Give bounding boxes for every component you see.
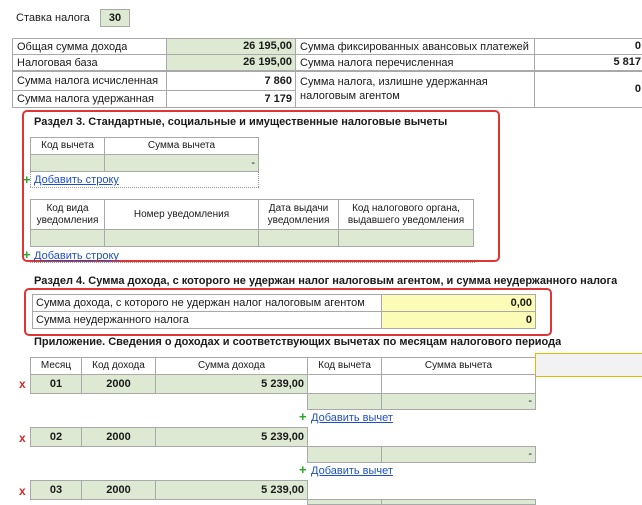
section3-sum-input[interactable]: - bbox=[104, 154, 259, 172]
summary-total-income[interactable]: 26 195,00 bbox=[166, 38, 296, 55]
appendix-col-deduction-sum: Сумма вычета bbox=[381, 357, 536, 375]
add-deduction-plus-icon-2: + bbox=[299, 462, 307, 477]
add-row-plus-icon: + bbox=[23, 172, 31, 187]
delete-row-icon-3[interactable]: x bbox=[19, 484, 26, 498]
summary-right-label-1: Сумма налога перечисленная bbox=[295, 54, 535, 71]
deduction-code-input-2[interactable] bbox=[307, 446, 382, 463]
income-code-cell-2[interactable]: 2000 bbox=[81, 427, 156, 447]
delete-row-icon-1[interactable]: x bbox=[19, 377, 26, 391]
section4-unwithheld-tax[interactable]: 0 bbox=[381, 311, 536, 329]
add-deduction-plus-icon-1: + bbox=[299, 409, 307, 424]
tax-rate-field[interactable]: 30 bbox=[100, 9, 130, 27]
month-cell-2[interactable]: 02 bbox=[30, 427, 82, 447]
section3-dotted-right bbox=[258, 171, 259, 187]
add-row-link-2[interactable]: Добавить строку bbox=[34, 250, 119, 262]
income-sum-cell-3[interactable]: 5 239,00 bbox=[155, 480, 308, 500]
section3-code-input[interactable] bbox=[30, 154, 105, 172]
appendix-col-income-sum: Сумма дохода bbox=[155, 357, 308, 375]
summary-left-label-0: Общая сумма дохода bbox=[12, 38, 167, 55]
summary-fixed-advance[interactable]: 0 bbox=[534, 38, 642, 55]
add-row-link-1[interactable]: Добавить строку bbox=[34, 174, 119, 186]
deduction-code-input-1[interactable] bbox=[307, 393, 382, 410]
section4-row-label-0: Сумма дохода, с которого не удержан нало… bbox=[32, 294, 382, 312]
section3-col-notice-number: Номер уведомления bbox=[104, 199, 259, 230]
notice-type-input[interactable] bbox=[30, 229, 105, 247]
deduction-sum-input-2[interactable]: - bbox=[381, 446, 536, 463]
income-sum-cell-2[interactable]: 5 239,00 bbox=[155, 427, 308, 447]
summary-tax-transferred[interactable]: 5 817 bbox=[534, 54, 642, 71]
deduction-sum-input-1[interactable]: - bbox=[381, 393, 536, 410]
section4-untaxed-income[interactable]: 0,00 bbox=[381, 294, 536, 312]
appendix-focused-cell[interactable] bbox=[535, 353, 642, 377]
section3-dotted-bottom-2 bbox=[30, 262, 475, 263]
summary-tax-withheld[interactable]: 7 179 bbox=[166, 90, 296, 108]
section3-title: Раздел 3. Стандартные, социальные и имущ… bbox=[34, 116, 448, 128]
tax-authority-input[interactable] bbox=[338, 229, 474, 247]
summary-left-label-1: Налоговая база bbox=[12, 54, 167, 71]
summary-left-label-2: Сумма налога исчисленная bbox=[12, 71, 167, 91]
section3-col-notice-type: Код вида уведомления bbox=[30, 199, 105, 230]
summary-tax-calculated[interactable]: 7 860 bbox=[166, 71, 296, 91]
summary-right-label-0: Сумма фиксированных авансовых платежей bbox=[295, 38, 535, 55]
deduction-sum-cell-1[interactable] bbox=[381, 374, 536, 394]
section4-row-label-1: Сумма неудержанного налога bbox=[32, 311, 382, 329]
appendix-col-income-code: Код дохода bbox=[81, 357, 156, 375]
section3-dotted-bottom bbox=[30, 187, 259, 188]
month-cell-1[interactable]: 01 bbox=[30, 374, 82, 394]
tax-rate-label: Ставка налога bbox=[16, 12, 90, 24]
income-code-cell-3[interactable]: 2000 bbox=[81, 480, 156, 500]
income-code-cell-1[interactable]: 2000 bbox=[81, 374, 156, 394]
deduction-sum-input-3[interactable] bbox=[381, 499, 536, 505]
section3-col-notice-date: Дата выдачи уведомления bbox=[258, 199, 339, 230]
notice-date-input[interactable] bbox=[258, 229, 339, 247]
income-sum-cell-1[interactable]: 5 239,00 bbox=[155, 374, 308, 394]
deduction-code-input-3[interactable] bbox=[307, 499, 382, 505]
add-deduction-link-2[interactable]: Добавить вычет bbox=[311, 465, 393, 477]
notice-number-input[interactable] bbox=[104, 229, 259, 247]
add-row-plus-icon-2: + bbox=[23, 247, 31, 262]
summary-left-label-3: Сумма налога удержанная bbox=[12, 90, 167, 108]
appendix-col-deduction-code: Код вычета bbox=[307, 357, 382, 375]
section4-title: Раздел 4. Сумма дохода, с которого не уд… bbox=[34, 275, 618, 287]
appendix-title: Приложение. Сведения о доходах и соответ… bbox=[34, 336, 562, 348]
section3-col-sum: Сумма вычета bbox=[104, 137, 259, 155]
section3-col-tax-authority: Код налогового органа, выдавшего уведомл… bbox=[338, 199, 474, 230]
delete-row-icon-2[interactable]: x bbox=[19, 431, 26, 445]
section3-col-code: Код вычета bbox=[30, 137, 105, 155]
summary-tax-overwithheld[interactable]: 0 bbox=[534, 71, 642, 108]
appendix-col-month: Месяц bbox=[30, 357, 82, 375]
summary-right-label-2: Сумма налога, излишне удержанная налогов… bbox=[295, 71, 535, 108]
deduction-code-cell-1[interactable] bbox=[307, 374, 382, 394]
add-deduction-link-1[interactable]: Добавить вычет bbox=[311, 412, 393, 424]
summary-tax-base[interactable]: 26 195,00 bbox=[166, 54, 296, 71]
month-cell-3[interactable]: 03 bbox=[30, 480, 82, 500]
